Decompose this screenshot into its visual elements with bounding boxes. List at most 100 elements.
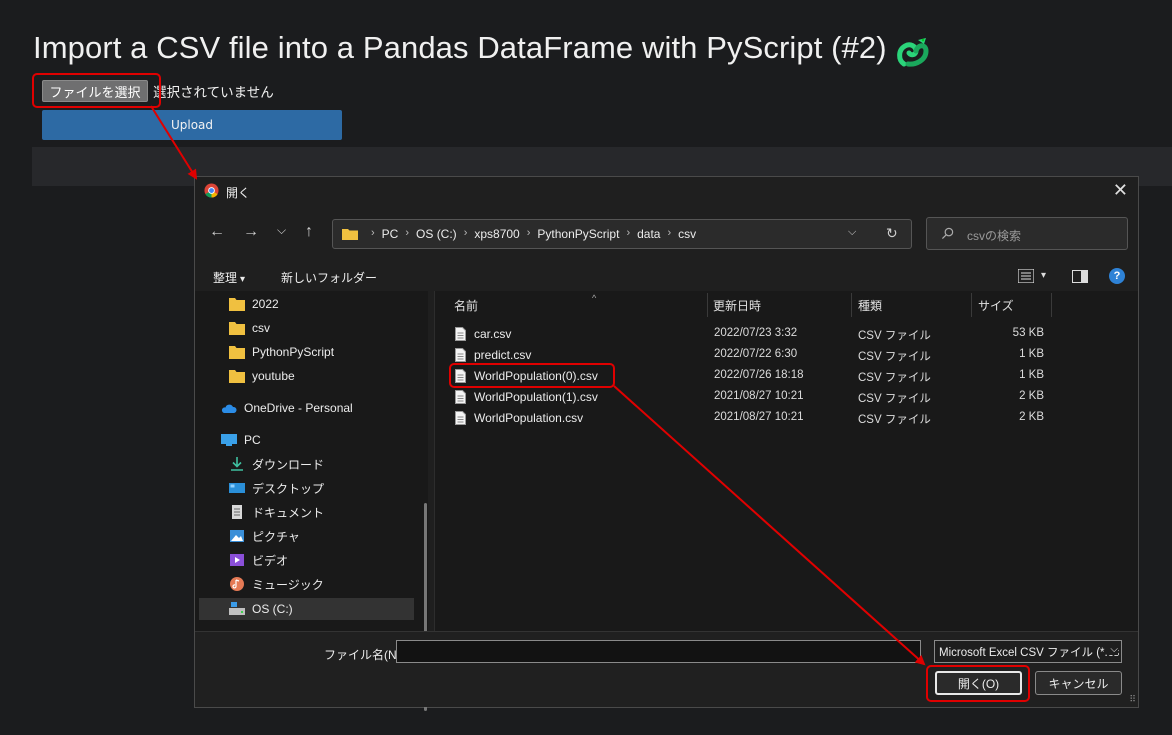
open-file-dialog: 開く ✕ ← → ⌵ ↑ › PC › OS (C:) › xps8700 › … bbox=[194, 176, 1139, 711]
breadcrumb-xps8700[interactable]: xps8700 bbox=[474, 227, 519, 241]
file-type: CSV ファイル bbox=[858, 393, 931, 405]
close-icon[interactable]: ✕ bbox=[1113, 180, 1128, 201]
nav-item-desktop[interactable]: デスクトップ bbox=[229, 478, 324, 498]
nav-item-downloads[interactable]: ダウンロード bbox=[229, 454, 324, 474]
file-name: WorldPopulation(1).csv bbox=[474, 390, 598, 404]
upload-button[interactable]: Upload bbox=[42, 110, 342, 140]
chrome-icon bbox=[204, 183, 219, 198]
breadcrumb-pythonpyscript[interactable]: PythonPyScript bbox=[537, 227, 619, 241]
filename-input[interactable] bbox=[396, 640, 921, 663]
column-divider[interactable] bbox=[971, 293, 972, 317]
file-type: CSV ファイル bbox=[858, 351, 931, 363]
file-row[interactable]: WorldPopulation(1).csv 2021/08/27 10:21 … bbox=[451, 387, 1051, 408]
file-modified: 2022/07/26 18:18 bbox=[714, 369, 804, 381]
new-folder-button[interactable]: 新しいフォルダー bbox=[281, 269, 377, 286]
file-modified: 2022/07/23 3:32 bbox=[714, 327, 798, 339]
file-size: 1 KB bbox=[1019, 348, 1044, 360]
filename-label: ファイル名(N): bbox=[324, 648, 404, 662]
recent-locations-chevron-icon[interactable]: ⌵ bbox=[277, 223, 286, 238]
file-type: CSV ファイル bbox=[858, 414, 931, 426]
dialog-toolbar: 整理 ▾ 新しいフォルダー ▾ ? bbox=[195, 263, 1138, 291]
nav-item-2022[interactable]: 2022 bbox=[229, 294, 279, 314]
search-box[interactable]: csvの検索 bbox=[926, 217, 1128, 250]
nav-item-label: ドキュメント bbox=[252, 505, 325, 520]
organize-label: 整理 bbox=[213, 271, 238, 285]
address-dropdown-chevron-icon[interactable]: ⌵ bbox=[848, 226, 856, 239]
address-bar[interactable]: › PC › OS (C:) › xps8700 › PythonPyScrip… bbox=[332, 219, 912, 249]
refresh-icon[interactable]: ↻ bbox=[886, 225, 898, 242]
nav-item-label: PythonPyScript bbox=[252, 345, 335, 359]
column-header-type[interactable]: 種類 bbox=[858, 297, 882, 314]
file-size: 53 KB bbox=[1012, 327, 1044, 339]
resize-grip-icon[interactable]: ⠿ bbox=[1129, 694, 1136, 705]
download-icon bbox=[231, 457, 243, 471]
folder-icon bbox=[229, 322, 245, 335]
file-type-filter-select[interactable]: Microsoft Excel CSV ファイル (*.cs ⌵ bbox=[934, 640, 1122, 663]
chevron-down-icon: ⌵ bbox=[1108, 644, 1118, 655]
nav-item-pythonpyscript[interactable]: PythonPyScript bbox=[229, 342, 334, 362]
view-options-icon[interactable] bbox=[1018, 269, 1034, 283]
column-header-name[interactable]: 名前 ^ bbox=[454, 293, 596, 314]
breadcrumb-data[interactable]: data bbox=[637, 227, 660, 241]
nav-item-label: PC bbox=[244, 433, 261, 447]
preview-pane-icon[interactable] bbox=[1072, 270, 1088, 283]
file-row[interactable]: WorldPopulation.csv 2021/08/27 10:21 CSV… bbox=[451, 408, 1051, 429]
breadcrumb-csv[interactable]: csv bbox=[678, 227, 696, 241]
nav-item-documents[interactable]: ドキュメント bbox=[229, 502, 324, 522]
dialog-titlebar: 開く ✕ bbox=[195, 177, 1138, 205]
nav-item-label: youtube bbox=[252, 369, 295, 383]
page-title: Import a CSV file into a Pandas DataFram… bbox=[33, 30, 887, 65]
folder-icon bbox=[342, 229, 358, 240]
forward-arrow-icon[interactable]: → bbox=[243, 223, 259, 241]
music-icon bbox=[230, 577, 244, 591]
nav-item-label: OneDrive - Personal bbox=[244, 401, 353, 415]
column-header-modified[interactable]: 更新日時 bbox=[713, 297, 761, 314]
nav-item-label: ビデオ bbox=[252, 553, 289, 568]
search-placeholder: csvの検索 bbox=[967, 229, 1022, 243]
file-icon bbox=[455, 327, 466, 341]
nav-item-label: ミュージック bbox=[252, 577, 324, 592]
nav-item-pictures[interactable]: ピクチャ bbox=[229, 526, 300, 546]
navigation-pane: 2022 csv PythonPyScript youtube OneDrive… bbox=[195, 291, 428, 711]
breadcrumb-os-c[interactable]: OS (C:) bbox=[416, 227, 457, 241]
file-status-text: 選択されていません bbox=[153, 85, 274, 101]
column-divider[interactable] bbox=[1051, 293, 1052, 317]
organize-menu[interactable]: 整理 ▾ bbox=[213, 269, 245, 286]
breadcrumb-pc[interactable]: PC bbox=[382, 227, 399, 241]
file-icon bbox=[455, 390, 466, 404]
nav-item-os-c[interactable]: OS (C:) bbox=[199, 598, 414, 620]
computer-icon bbox=[221, 434, 237, 446]
file-list-pane: 名前 ^ 更新日時 種類 サイズ car.csv 2022/07/23 3:32 … bbox=[435, 291, 1138, 631]
up-arrow-icon[interactable]: ↑ bbox=[305, 223, 313, 241]
file-size: 1 KB bbox=[1019, 369, 1044, 381]
desktop-icon bbox=[229, 483, 245, 493]
nav-item-videos[interactable]: ビデオ bbox=[229, 550, 288, 570]
folder-icon bbox=[229, 298, 245, 311]
pictures-icon bbox=[230, 530, 244, 542]
file-row[interactable]: car.csv 2022/07/23 3:32 CSV ファイル 53 KB bbox=[451, 324, 1051, 345]
nav-item-youtube[interactable]: youtube bbox=[229, 366, 295, 386]
back-arrow-icon[interactable]: ← bbox=[209, 223, 225, 241]
pyscript-logo-icon bbox=[897, 38, 929, 67]
column-divider[interactable] bbox=[707, 293, 708, 317]
help-icon[interactable]: ? bbox=[1109, 268, 1125, 284]
nav-item-csv[interactable]: csv bbox=[229, 318, 270, 338]
breadcrumb: › PC › OS (C:) › xps8700 › PythonPyScrip… bbox=[364, 227, 696, 241]
file-modified: 2022/07/22 6:30 bbox=[714, 348, 798, 360]
nav-item-label: デスクトップ bbox=[252, 481, 325, 496]
nav-item-music[interactable]: ミュージック bbox=[229, 574, 324, 594]
videos-icon bbox=[230, 554, 244, 566]
breadcrumb-separator: › bbox=[371, 227, 375, 239]
column-header-size[interactable]: サイズ bbox=[978, 297, 1014, 314]
folder-icon bbox=[229, 346, 245, 359]
nav-item-onedrive[interactable]: OneDrive - Personal bbox=[221, 398, 353, 418]
nav-item-label: csv bbox=[252, 321, 270, 335]
file-modified: 2021/08/27 10:21 bbox=[714, 390, 804, 402]
nav-item-pc[interactable]: PC bbox=[221, 430, 261, 450]
view-caret-icon[interactable]: ▾ bbox=[1041, 270, 1046, 281]
column-divider[interactable] bbox=[851, 293, 852, 317]
breadcrumb-separator: › bbox=[463, 227, 468, 239]
cancel-button[interactable]: キャンセル bbox=[1035, 671, 1122, 695]
dialog-title: 開く bbox=[226, 186, 251, 200]
filter-value: Microsoft Excel CSV ファイル (*.cs bbox=[939, 647, 1120, 659]
